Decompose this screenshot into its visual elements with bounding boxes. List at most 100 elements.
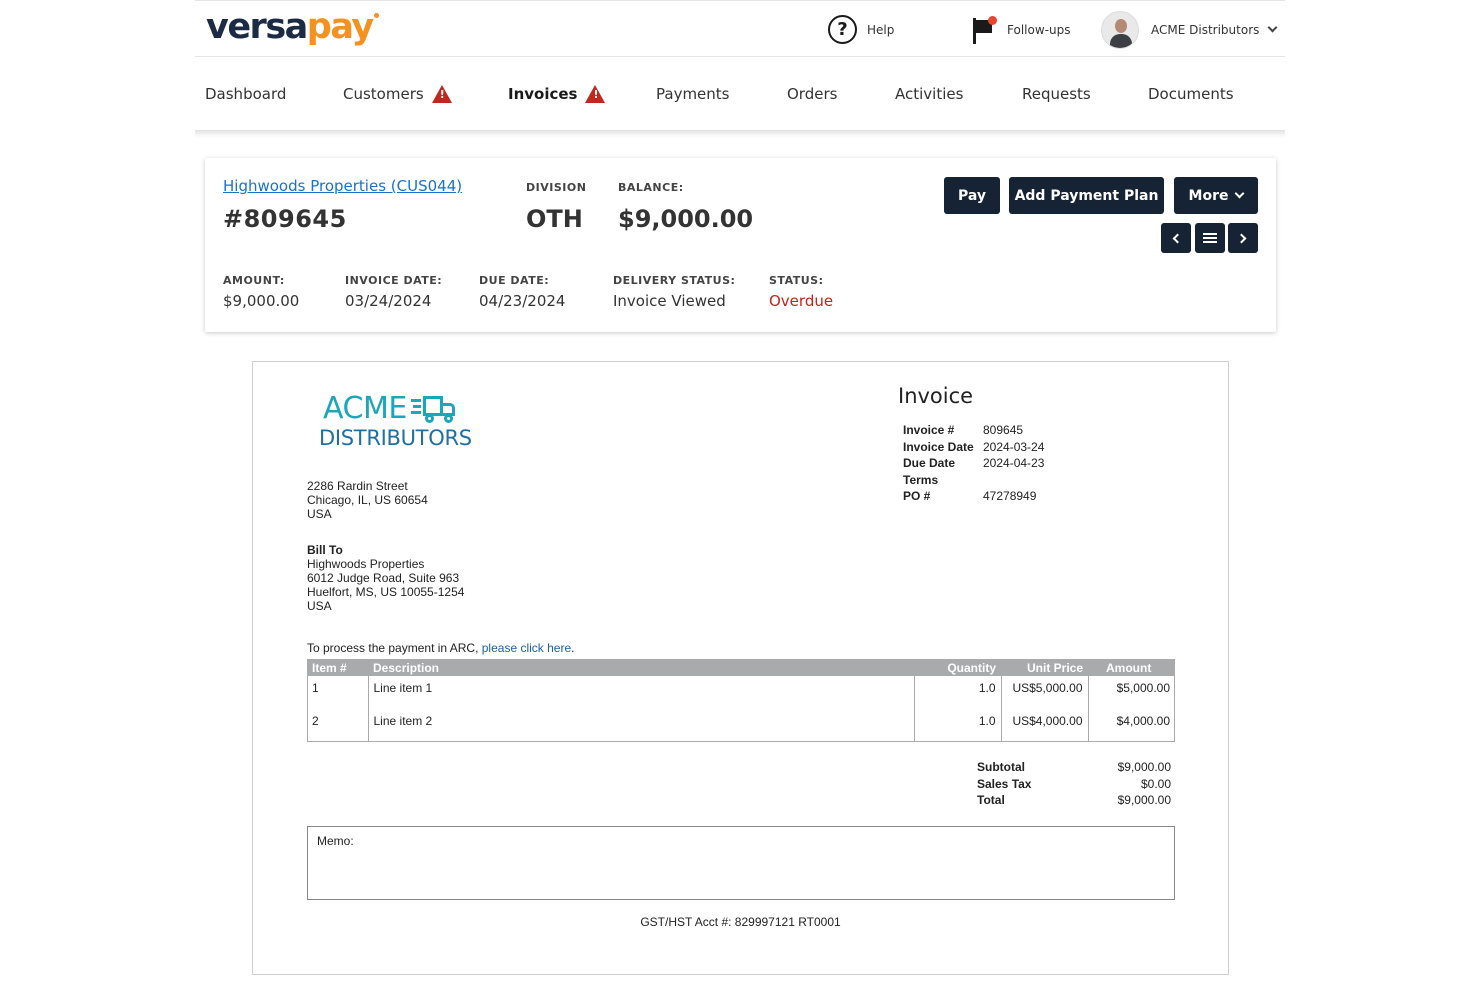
chevron-down-icon: [1235, 188, 1245, 199]
payment-instructions: To process the payment in ARC, please cl…: [307, 641, 574, 655]
flag-icon: [971, 15, 997, 44]
nav-orders[interactable]: Orders: [787, 57, 837, 131]
help-icon: ?: [828, 15, 857, 44]
table-row: 1 Line item 1 1.0 US$5,000.00 $5,000.00: [307, 676, 1175, 709]
nav-label: Documents: [1148, 85, 1234, 103]
status-value: Overdue: [769, 292, 834, 310]
total-value: $0.00: [1140, 776, 1171, 791]
bill-to-block: Bill To Highwoods Properties 6012 Judge …: [307, 543, 464, 613]
chevron-left-icon: [1172, 233, 1183, 243]
pay-button[interactable]: Pay: [944, 177, 1000, 214]
add-plan-label: Add Payment Plan: [1014, 187, 1159, 204]
acme-logo-bottom: DISTRIBUTORS: [319, 426, 472, 450]
invoice-meta: Invoice # 809645 Invoice Date 2024-03-24 D…: [903, 422, 1044, 505]
balance-value: $9,000.00: [618, 205, 754, 233]
seller-address-line: USA: [307, 507, 332, 521]
acme-logo-top: ACME: [323, 391, 407, 426]
meta-key: Invoice Date: [903, 439, 974, 454]
invoice-summary-card: Highwoods Properties (CUS044) #809645 DI…: [205, 158, 1276, 332]
followups-label: Follow-ups: [1007, 22, 1071, 37]
invoice-title: Invoice: [898, 384, 974, 408]
delivery-status-label: DELIVERY STATUS:: [613, 274, 736, 287]
account-label: ACME Distributors: [1151, 22, 1260, 37]
division-label: DIVISION: [526, 181, 587, 194]
nav-documents[interactable]: Documents: [1148, 57, 1234, 131]
meta-value: 2024-04-23: [983, 456, 1045, 470]
customer-link[interactable]: Highwoods Properties (CUS044): [223, 177, 462, 195]
pay-text: To process the payment in ARC,: [307, 641, 482, 655]
invoice-date-value: 03/24/2024: [345, 292, 432, 310]
avatar: [1101, 10, 1139, 49]
meta-key: Due Date: [903, 456, 956, 470]
totals-block: Subtotal $9,000.00 Sales Tax $0.00 Total $9…: [977, 759, 1171, 809]
warning-icon: !: [431, 85, 452, 103]
previous-invoice-button[interactable]: [1161, 223, 1191, 253]
cell: US$5,000.00: [1000, 676, 1088, 709]
nav-label: Orders: [787, 85, 838, 103]
bill-to-line: 6012 Judge Road, Suite 963: [307, 571, 460, 585]
nav-dashboard[interactable]: Dashboard: [205, 57, 286, 131]
nav-activities[interactable]: Activities: [895, 57, 963, 131]
cell: 1: [312, 681, 319, 695]
nav-label: Payments: [656, 85, 730, 103]
meta-key: PO #: [903, 489, 931, 503]
help-button[interactable]: ? Help: [828, 1, 894, 58]
cell: 1.0: [913, 676, 1001, 709]
bill-to-line: Highwoods Properties: [307, 557, 425, 571]
table-header-row: Item # Description Quantity Unit Price A…: [307, 659, 1175, 676]
nav-payments[interactable]: Payments: [656, 57, 729, 131]
total-key: Subtotal: [977, 760, 1025, 774]
cell: 2: [312, 714, 319, 728]
cell: Line item 2: [367, 709, 914, 741]
amount-label: AMOUNT:: [223, 274, 285, 287]
nav-customers[interactable]: Customers!: [343, 57, 452, 131]
cell: $4,000.00: [1087, 709, 1175, 741]
table-row: 2 Line item 2 1.0 US$4,000.00 $4,000.00: [307, 709, 1175, 741]
bill-to-line: Huelfort, MS, US 10055-1254: [307, 585, 465, 599]
invoice-document: ACME DISTRIBUTORS 2286 Rardin Street Chi…: [252, 361, 1229, 975]
memo-label: Memo:: [317, 834, 354, 848]
main-nav: Dashboard Customers! Invoices! Payments …: [195, 57, 1285, 131]
next-invoice-button[interactable]: [1228, 223, 1258, 253]
more-button[interactable]: More: [1174, 177, 1258, 214]
total-key: Sales Tax: [977, 776, 1032, 791]
delivery-status-value: Invoice Viewed: [613, 292, 726, 310]
cell: $5,000.00: [1087, 676, 1175, 709]
followups-button[interactable]: Follow-ups: [971, 1, 1070, 58]
cell: 1.0: [913, 709, 1001, 741]
chevron-right-icon: [1236, 233, 1247, 243]
due-date-label: DUE DATE:: [479, 274, 550, 287]
seller-address-line: 2286 Rardin Street: [307, 479, 408, 493]
balance-label: BALANCE:: [618, 181, 684, 194]
account-menu[interactable]: ACME Distributors: [1101, 1, 1278, 58]
status-label: STATUS:: [769, 274, 824, 287]
more-label: More: [1188, 187, 1229, 204]
logo-part1: versa: [206, 7, 308, 47]
chevron-down-icon: [1267, 22, 1278, 33]
invoice-list-button[interactable]: [1195, 223, 1225, 253]
logo-dot-icon: [373, 13, 379, 18]
seller-address-line: Chicago, IL, US 60654: [307, 493, 428, 507]
add-payment-plan-button[interactable]: Add Payment Plan: [1009, 177, 1164, 214]
invoice-date-label: INVOICE DATE:: [345, 274, 443, 287]
cell: US$4,000.00: [1000, 709, 1088, 741]
meta-value: 2024-03-24: [983, 439, 1045, 454]
pay-link[interactable]: please click here: [482, 641, 571, 655]
versapay-logo[interactable]: versapay: [206, 7, 379, 47]
nav-label: Invoices: [508, 85, 578, 103]
nav-requests[interactable]: Requests: [1022, 57, 1091, 131]
gst-account: GST/HST Acct #: 829997121 RT0001: [640, 915, 841, 929]
nav-divider: [195, 130, 1285, 138]
nav-label: Dashboard: [205, 85, 287, 103]
pay-suffix: .: [571, 641, 575, 655]
col-header: Description: [368, 659, 914, 676]
due-date-value: 04/23/2024: [479, 292, 566, 310]
nav-invoices[interactable]: Invoices!: [508, 57, 606, 131]
help-label: Help: [867, 22, 895, 37]
nav-label: Requests: [1022, 85, 1091, 103]
meta-key: Terms: [903, 472, 939, 487]
acme-logo: ACME DISTRIBUTORS: [319, 391, 472, 451]
total-value: $9,000.00: [1117, 793, 1171, 807]
pay-button-label: Pay: [957, 187, 987, 204]
bill-to-label: Bill To: [307, 543, 343, 557]
